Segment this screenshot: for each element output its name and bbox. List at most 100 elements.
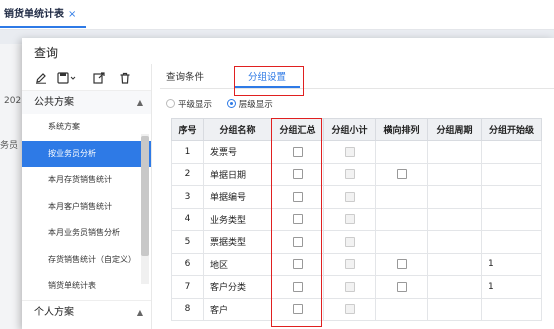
display-mode-group: 平级显示 层级显示 <box>166 98 273 110</box>
background-year-text: 202 <box>4 96 22 106</box>
cell-group-subtotal <box>323 207 376 231</box>
cell-group-period[interactable] <box>427 140 482 164</box>
save-icon[interactable] <box>56 71 78 85</box>
personal-schemes-label: 个人方案 <box>34 306 74 318</box>
cell-group-period[interactable] <box>427 207 482 231</box>
chevron-up-icon[interactable]: ▲ <box>137 91 143 115</box>
scheme-item-monthly-salesperson-analysis[interactable]: 本月业务员销售分析 <box>22 220 151 247</box>
scheme-item-sales-report[interactable]: 销货单统计表 <box>22 273 151 300</box>
table-body: 1 发票号 2 单据日期 3 单据编号 4 业务类型 5 票据类型 6 地区 1 7 客户分类 1 8 客户 <box>171 140 542 321</box>
cell-group-subtotal <box>323 297 376 321</box>
cell-group-period[interactable] <box>427 185 482 209</box>
cell-seq: 2 <box>171 162 204 186</box>
chevron-up-icon[interactable]: ▲ <box>137 301 143 325</box>
scheme-scrollbar[interactable] <box>141 134 149 284</box>
public-schemes-label: 公共方案 <box>34 97 74 108</box>
tab-query-conditions[interactable]: 查询条件 <box>166 69 204 83</box>
cell-group-subtotal <box>323 252 376 276</box>
horizontal-checkbox[interactable] <box>396 281 407 292</box>
cell-group-subtotal <box>323 140 376 164</box>
personal-schemes-header[interactable]: 个人方案 ▲ <box>22 299 151 325</box>
cell-group-period[interactable] <box>427 297 482 321</box>
cell-group-subtotal <box>323 162 376 186</box>
close-icon[interactable]: × <box>68 9 76 20</box>
scheme-toolbar <box>22 64 151 90</box>
horizontal-checkbox[interactable] <box>396 169 407 179</box>
group-subtotal-checkbox <box>344 304 355 314</box>
cell-horizontal <box>375 230 428 254</box>
group-subtotal-checkbox <box>344 281 355 292</box>
table-row[interactable]: 4 业务类型 <box>171 207 542 231</box>
cell-seq: 7 <box>171 275 204 299</box>
cell-seq: 5 <box>171 230 204 254</box>
group-settings-table: 序号 分组名称 分组汇总 分组小计 横向排列 分组周期 分组开始级 1 发票号 2 单… <box>171 118 542 321</box>
cell-group-name: 发票号 <box>203 140 272 164</box>
radio-tiered-display[interactable]: 层级显示 <box>226 99 273 110</box>
scheme-item-system[interactable]: 系统方案 <box>22 114 151 141</box>
radio-flat-label: 平级显示 <box>178 100 213 110</box>
cell-group-period[interactable] <box>427 252 482 276</box>
cell-group-period[interactable] <box>427 162 482 186</box>
group-subtotal-checkbox <box>344 259 355 269</box>
public-schemes-header[interactable]: 公共方案 ▲ <box>22 90 151 114</box>
cell-seq: 1 <box>171 140 204 164</box>
cell-group-start-level[interactable] <box>481 297 542 321</box>
cell-group-start-level[interactable] <box>481 230 542 254</box>
radio-flat-display[interactable]: 平级显示 <box>166 99 213 110</box>
table-row[interactable]: 2 单据日期 <box>171 162 542 186</box>
cell-group-name: 客户分类 <box>203 275 272 299</box>
app-tab-sales-report[interactable]: 销货单统计表 × <box>0 4 86 28</box>
group-subtotal-checkbox <box>344 146 355 157</box>
cell-group-start-level[interactable] <box>481 162 542 186</box>
cell-group-period[interactable] <box>427 230 482 254</box>
delete-icon[interactable] <box>118 71 132 85</box>
cell-seq: 6 <box>171 252 204 276</box>
scheme-item-inventory-sales-custom[interactable]: 存货销售统计（自定义） <box>22 247 151 274</box>
cell-horizontal <box>375 207 428 231</box>
cell-horizontal[interactable] <box>375 162 428 186</box>
cell-horizontal[interactable] <box>375 275 428 299</box>
radio-button-selected[interactable] <box>226 99 236 108</box>
cell-group-start-level[interactable]: 1 <box>481 275 542 299</box>
edit-icon[interactable] <box>34 71 48 85</box>
cell-group-start-level[interactable]: 1 <box>481 252 542 276</box>
horizontal-checkbox[interactable] <box>396 259 407 269</box>
table-row[interactable]: 1 发票号 <box>171 140 542 164</box>
cell-group-subtotal <box>323 185 376 209</box>
export-icon[interactable] <box>92 71 106 85</box>
app-tab-bar: 销货单统计表 × <box>0 0 554 30</box>
table-row[interactable]: 7 客户分类 1 <box>171 275 542 299</box>
query-dialog: 查询 公共方案 ▲ 系统方案 按业务员分析 本月存货销售统计 本月客户销售统计 <box>22 38 554 329</box>
cell-horizontal[interactable] <box>375 252 428 276</box>
cell-group-name: 单据编号 <box>203 185 272 209</box>
scrollbar-thumb[interactable] <box>141 136 149 256</box>
header-group-start-level: 分组开始级 <box>481 118 542 141</box>
cell-group-name: 客户 <box>203 297 272 321</box>
tab-divider <box>160 88 554 89</box>
header-group-name: 分组名称 <box>203 118 272 141</box>
header-horizontal: 横向排列 <box>375 118 428 141</box>
scheme-item-monthly-inventory-sales[interactable]: 本月存货销售统计 <box>22 167 151 194</box>
cell-group-start-level[interactable] <box>481 207 542 231</box>
app-tab-label: 销货单统计表 <box>4 9 64 20</box>
scheme-item-by-salesperson[interactable]: 按业务员分析 <box>22 140 151 167</box>
table-row[interactable]: 5 票据类型 <box>171 230 542 254</box>
cell-group-start-level[interactable] <box>481 185 542 209</box>
cell-group-start-level[interactable] <box>481 140 542 164</box>
highlight-box-tab <box>234 66 304 96</box>
cell-group-period[interactable] <box>427 275 482 299</box>
table-header-row: 序号 分组名称 分组汇总 分组小计 横向排列 分组周期 分组开始级 <box>171 118 542 141</box>
header-group-period: 分组周期 <box>427 118 482 141</box>
group-subtotal-checkbox <box>344 191 355 202</box>
background-side-text: 务员 <box>0 141 19 151</box>
table-row[interactable]: 8 客户 <box>171 297 542 321</box>
radio-button[interactable] <box>166 99 175 108</box>
table-row[interactable]: 6 地区 1 <box>171 252 542 276</box>
header-seq: 序号 <box>171 118 204 141</box>
highlight-box-summary-column <box>271 118 322 327</box>
scheme-item-monthly-customer-sales[interactable]: 本月客户销售统计 <box>22 194 151 221</box>
public-scheme-list: 系统方案 按业务员分析 本月存货销售统计 本月客户销售统计 本月业务员销售分析 … <box>22 114 151 300</box>
table-row[interactable]: 3 单据编号 <box>171 185 542 209</box>
group-subtotal-checkbox <box>344 214 355 224</box>
cell-horizontal <box>375 297 428 321</box>
